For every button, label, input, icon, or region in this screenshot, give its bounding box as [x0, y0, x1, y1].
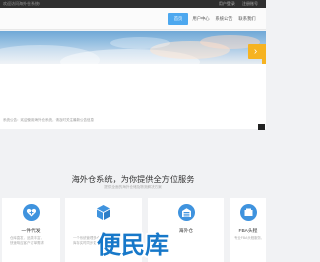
svg-text:便民库: 便民库 — [97, 231, 169, 258]
welcome-text: 欢迎访问海外仓系统! — [3, 1, 41, 6]
nav-home[interactable]: 首页 — [168, 13, 188, 25]
login-link[interactable]: 用户登录 — [219, 1, 235, 6]
watermark-logo: 便民库 便民库 — [88, 229, 178, 261]
service-card-dropship[interactable]: 一件代发 仓库直发，品类丰富， 快速响应客户订单需求 — [2, 198, 60, 262]
card-title: 一件代发 — [21, 229, 41, 234]
heart-plus-icon — [22, 204, 40, 221]
cloud-shape — [110, 37, 170, 49]
box-icon — [95, 204, 112, 221]
card-desc: 专业FBA头程服务， — [234, 236, 265, 240]
warehouse-icon — [177, 204, 195, 221]
notice-text[interactable]: 系统公告：欢迎使用海外仓系统，请及时关注最新公告信息 — [3, 118, 94, 123]
fba-icon — [239, 204, 257, 221]
section-title: 海外仓系统，为你提供全方位服务 — [71, 175, 195, 184]
section-subtitle: 提供全面的海外仓储及物流解决方案 — [104, 185, 162, 189]
nav-contact[interactable]: 联系我们 — [236, 13, 258, 25]
card-desc: 快速响应客户订单需求 — [10, 241, 44, 245]
register-link[interactable]: 注册账号 — [242, 1, 258, 6]
card-title: FBA头程 — [238, 229, 258, 234]
top-links: 用户登录 注册账号 — [213, 1, 258, 7]
service-card-fba[interactable]: FBA头程 专业FBA头程服务， — [230, 198, 266, 262]
nav-announcements[interactable]: 系统公告 — [213, 13, 235, 25]
top-bar: 欢迎访问海外仓系统! 用户登录 注册账号 — [0, 0, 266, 8]
nav-user-center[interactable]: 用户中心 — [190, 13, 212, 25]
banner-next-button[interactable]: › — [248, 44, 263, 59]
cursor-indicator — [258, 124, 265, 130]
hero-banner — [0, 31, 266, 64]
